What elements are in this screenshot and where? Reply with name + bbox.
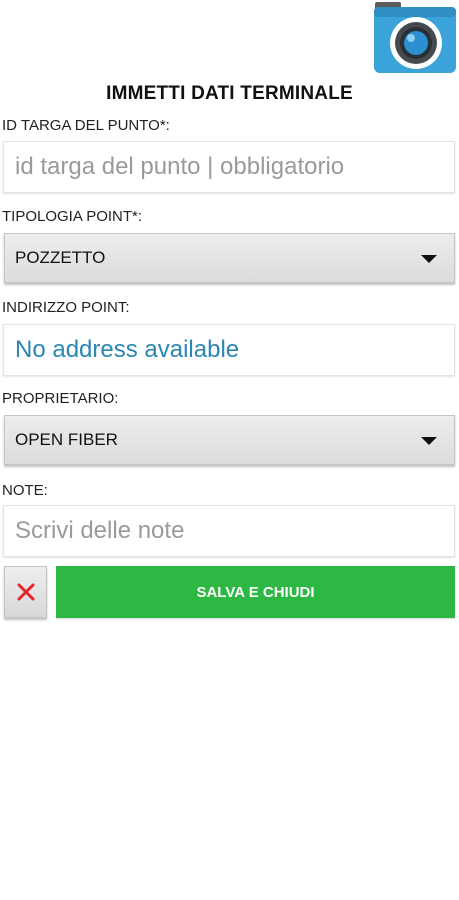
proprietario-label: PROPRIETARIO:	[2, 390, 119, 407]
id-targa-input[interactable]: id targa del punto | obbligatorio	[3, 141, 455, 193]
proprietario-select[interactable]: OPEN FIBER	[4, 415, 455, 465]
note-label: NOTE:	[2, 482, 48, 499]
tipologia-select[interactable]: POZZETTO	[4, 233, 455, 283]
camera-button[interactable]	[373, 2, 457, 74]
proprietario-selected-value: OPEN FIBER	[15, 430, 118, 449]
tipologia-selected-value: POZZETTO	[15, 248, 106, 267]
camera-icon	[374, 2, 456, 73]
terminal-data-form: IMMETTI DATI TERMINALE ID TARGA DEL PUNT…	[0, 0, 459, 900]
page-title: IMMETTI DATI TERMINALE	[106, 83, 353, 104]
close-icon	[17, 583, 34, 601]
id-targa-label: ID TARGA DEL PUNTO*:	[2, 117, 170, 134]
note-input[interactable]: Scrivi delle note	[3, 505, 455, 557]
tipologia-label: TIPOLOGIA POINT*:	[2, 208, 143, 225]
save-and-close-button[interactable]: SALVA E CHIUDI	[56, 566, 455, 618]
dropdown-arrow-icon	[421, 437, 437, 445]
cancel-button[interactable]	[4, 566, 47, 618]
indirizzo-field[interactable]: No address available	[3, 324, 455, 376]
indirizzo-label: INDIRIZZO POINT:	[2, 299, 130, 316]
dropdown-arrow-icon	[421, 255, 437, 263]
